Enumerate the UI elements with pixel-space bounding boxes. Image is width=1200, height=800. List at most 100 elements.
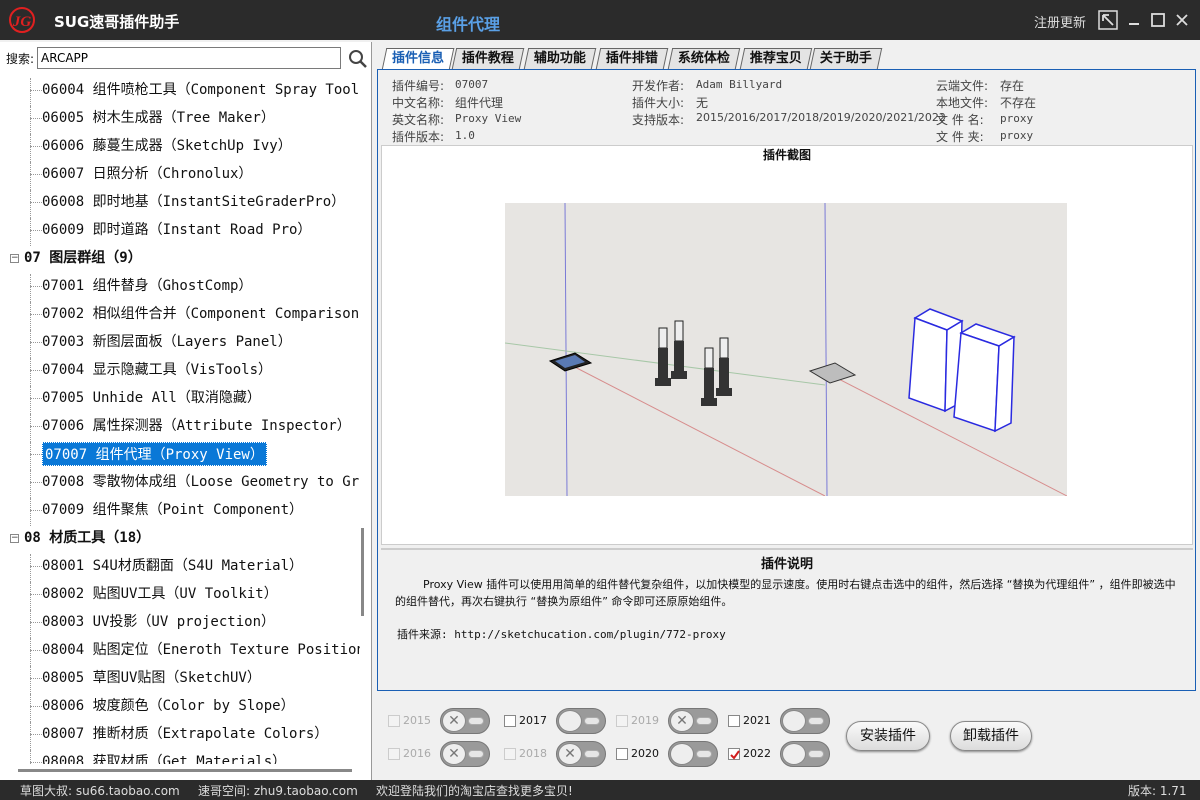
tab-about[interactable]: 关于助手 — [809, 48, 883, 69]
version-checkbox-2019[interactable] — [616, 715, 628, 727]
tree-item[interactable]: 07002 相似组件合并（Component Comparison — [42, 302, 359, 326]
tree-connector — [30, 442, 31, 470]
tree-item[interactable]: 08005 草图UV贴图（SketchUV） — [42, 666, 261, 690]
tree-item[interactable]: 08006 坡度颜色（Color by Slope） — [42, 694, 295, 718]
install-plugin-button[interactable]: 安装插件 — [846, 721, 930, 751]
tree-item[interactable]: 08001 S4U材质翻面（S4U Material） — [42, 554, 303, 578]
version-checkbox-2017[interactable] — [504, 715, 516, 727]
chinese-name-value: 组件代理 — [455, 96, 504, 110]
version-label-2016: 2016 — [403, 747, 431, 760]
tree-connector — [30, 302, 31, 330]
description-text: Proxy View 插件可以使用用简单的组件替代复杂组件，以加快模型的显示速度… — [395, 578, 1176, 608]
tree-item[interactable]: 06005 树木生成器（Tree Maker） — [42, 106, 275, 130]
tree-connector — [30, 454, 42, 455]
maximize-icon[interactable] — [1148, 10, 1168, 30]
tree-connector — [30, 134, 31, 162]
plugin-version-label: 插件版本: — [392, 130, 445, 144]
version-toggle-2018[interactable]: ✕ — [556, 741, 606, 767]
tab-helper-functions[interactable]: 辅助功能 — [523, 48, 597, 69]
svg-text:JG: JG — [12, 14, 32, 30]
version-label-2015: 2015 — [403, 714, 431, 727]
supported-versions-label: 支持版本: — [632, 113, 685, 127]
version-checkbox-2018[interactable] — [504, 748, 516, 760]
tree-item[interactable]: 08008 获取材质（Get Materials） — [42, 750, 286, 764]
tree-item[interactable]: 08003 UV投影（UV projection） — [42, 610, 275, 634]
tree-group[interactable]: 08 材质工具（18） — [24, 526, 150, 550]
tree-horizontal-scroll-thumb[interactable] — [18, 769, 352, 772]
tree-item[interactable]: 07001 组件替身（GhostComp） — [42, 274, 252, 298]
tree-connector — [30, 722, 31, 750]
plugin-id-value: 07007 — [455, 78, 489, 91]
app-logo-icon: JG — [9, 7, 35, 33]
supported-versions-value: 2015/2016/2017/2018/2019/2020/2021/2022 — [696, 111, 946, 124]
version-checkbox-2016[interactable] — [388, 748, 400, 760]
tree-connector — [30, 386, 31, 414]
tree-connector — [30, 330, 31, 358]
version-checkbox-2021[interactable] — [728, 715, 740, 727]
tree-connector — [30, 610, 31, 638]
status-shop-link-1[interactable]: 草图大叔: su66.taobao.com — [20, 782, 180, 799]
collapse-icon[interactable]: − — [10, 254, 19, 263]
version-label-2021: 2021 — [743, 714, 771, 727]
uninstall-plugin-button[interactable]: 卸载插件 — [950, 721, 1032, 751]
close-icon[interactable] — [1172, 10, 1192, 30]
toggle-knob-icon: ✕ — [442, 743, 466, 765]
tab-plugin-tutorial[interactable]: 插件教程 — [451, 48, 525, 69]
tree-group[interactable]: 07 图层群组（9） — [24, 246, 142, 270]
minimize-icon[interactable] — [1124, 10, 1144, 30]
title-bar: JG SUG速哥插件助手 组件代理 注册更新 — [0, 0, 1200, 40]
version-checkbox-2020[interactable] — [616, 748, 628, 760]
tab-troubleshoot[interactable]: 插件排错 — [595, 48, 669, 69]
tree-connector — [30, 622, 42, 623]
tree-connector — [30, 342, 42, 343]
version-label-2020: 2020 — [631, 747, 659, 760]
search-input[interactable] — [37, 47, 341, 69]
version-toggle-2022[interactable] — [780, 741, 830, 767]
tree-connector — [30, 470, 31, 498]
tree-vertical-scrollbar[interactable] — [360, 74, 370, 764]
version-checkbox-2015[interactable] — [388, 715, 400, 727]
tree-item[interactable]: 06007 日照分析（Chronolux） — [42, 162, 252, 186]
version-toggle-2019[interactable]: ✕ — [668, 708, 718, 734]
toggle-knob-icon — [782, 710, 806, 732]
tree-item[interactable]: 07007 组件代理（Proxy View） — [42, 442, 267, 466]
compact-mode-icon[interactable] — [1098, 10, 1118, 30]
tree-item[interactable]: 06004 组件喷枪工具（Component Spray Tool — [42, 78, 359, 102]
plugin-screenshot-image — [505, 203, 1067, 496]
tree-connector — [30, 498, 31, 526]
tree-item[interactable]: 07003 新图层面板（Layers Panel） — [42, 330, 292, 354]
tree-item[interactable]: 07004 显示隐藏工具（VisTools） — [42, 358, 272, 382]
version-toggle-2016[interactable]: ✕ — [440, 741, 490, 767]
tree-item[interactable]: 08002 贴图UV工具（UV Toolkit） — [42, 582, 278, 606]
checkmark-icon — [730, 750, 740, 760]
tree-item[interactable]: 07005 Unhide All（取消隐藏） — [42, 386, 261, 410]
tree-item[interactable]: 08004 贴图定位（Eneroth Texture Position — [42, 638, 360, 662]
version-toggle-2015[interactable]: ✕ — [440, 708, 490, 734]
version-toggle-2021[interactable] — [780, 708, 830, 734]
tree-item[interactable]: 07009 组件聚焦（Point Component） — [42, 498, 303, 522]
tree-item[interactable]: 06008 即时地基（InstantSiteGraderPro） — [42, 190, 345, 214]
status-shop-link-2[interactable]: 速哥空间: zhu9.taobao.com — [198, 782, 358, 799]
tree-item[interactable]: 07008 零散物体成组（Loose Geometry to Gr — [42, 470, 359, 494]
tree-connector — [30, 274, 31, 302]
search-label: 搜索: — [6, 52, 35, 66]
tree-connector — [30, 554, 31, 582]
plugin-screenshot-box: 插件截图 — [381, 145, 1193, 545]
app-version: 版本: 1.71 — [1128, 784, 1187, 798]
version-toggle-2020[interactable] — [668, 741, 718, 767]
tab-system-check[interactable]: 系统体检 — [667, 48, 741, 69]
tree-item[interactable]: 06006 藤蔓生成器（SketchUp Ivy） — [42, 134, 292, 158]
tree-connector — [30, 566, 42, 567]
version-toggle-2017[interactable] — [556, 708, 606, 734]
version-checkbox-2022[interactable] — [728, 748, 740, 760]
tab-recommended[interactable]: 推荐宝贝 — [739, 48, 813, 69]
tree-item[interactable]: 06009 即时道路（Instant Road Pro） — [42, 218, 311, 242]
search-icon[interactable] — [347, 48, 369, 70]
window-title: 组件代理 — [436, 15, 501, 34]
tab-plugin-info[interactable]: 插件信息 — [381, 48, 455, 70]
tree-vertical-scroll-thumb[interactable] — [361, 528, 364, 616]
collapse-icon[interactable]: − — [10, 534, 19, 543]
tree-item[interactable]: 07006 属性探测器（Attribute Inspector） — [42, 414, 351, 438]
register-update-link[interactable]: 注册更新 — [1034, 12, 1086, 31]
tree-item[interactable]: 08007 推断材质（Extrapolate Colors） — [42, 722, 328, 746]
